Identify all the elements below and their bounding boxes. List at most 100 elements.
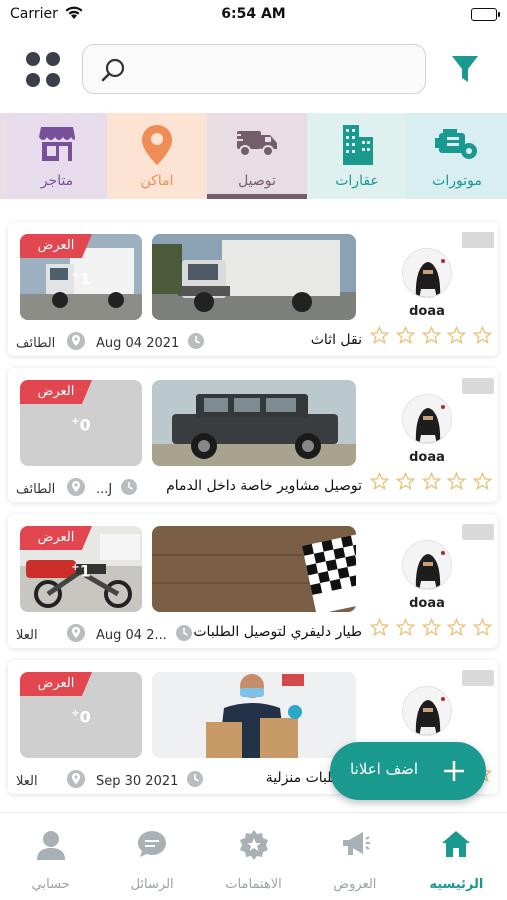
star-icon[interactable] bbox=[472, 471, 493, 495]
star-icon[interactable] bbox=[395, 325, 416, 349]
listing-date: Sep 30 2021 bbox=[96, 773, 179, 789]
listing-meta: العلا Sep 30 2021 bbox=[16, 770, 204, 792]
listing-title[interactable]: طيار دليفري لتوصيل الطلبات bbox=[193, 624, 362, 640]
grid-dot-icon bbox=[26, 52, 40, 66]
category-label: اماكن bbox=[140, 173, 174, 189]
grid-dot-icon bbox=[46, 73, 60, 87]
listing-gallery-thumb[interactable]: العرض +0 bbox=[20, 380, 142, 466]
menu-grid-button[interactable] bbox=[26, 52, 62, 88]
listing-date: Aug 04 2... bbox=[96, 627, 167, 643]
category-tab[interactable]: متاجر bbox=[7, 113, 107, 199]
star-icon[interactable] bbox=[395, 617, 416, 641]
listing-card[interactable]: العرض +0 doaa توصيل مشاوير خاصة داخل الد… bbox=[8, 368, 498, 502]
tab-label: حسابي bbox=[31, 877, 70, 892]
user-name[interactable]: doaa bbox=[388, 450, 466, 465]
listing-meta: الطائف Aug 04 2021 bbox=[16, 332, 205, 354]
listings-list: العرض +1 doaa نقل اثاث الطائف Aug 04 202… bbox=[8, 222, 498, 806]
location-pin-icon bbox=[107, 123, 207, 167]
rating-stars bbox=[369, 617, 493, 641]
star-icon[interactable] bbox=[472, 325, 493, 349]
star-badge-icon bbox=[203, 829, 304, 861]
listing-flag bbox=[462, 378, 494, 394]
category-tab[interactable]: توصيل bbox=[207, 113, 307, 199]
star-icon[interactable] bbox=[472, 617, 493, 641]
listing-flag bbox=[462, 232, 494, 248]
category-bar: متاجر اماكن توصيل عقارات موتورات bbox=[0, 113, 507, 199]
home-icon bbox=[406, 829, 507, 859]
clock-icon bbox=[120, 478, 138, 500]
listing-title[interactable]: توصيل مشاوير خاصة داخل الدمام bbox=[166, 478, 362, 494]
star-icon[interactable] bbox=[446, 617, 467, 641]
clock-icon bbox=[175, 624, 193, 646]
listing-city: العلا bbox=[16, 627, 38, 643]
tab-item[interactable]: الرئيسيه bbox=[406, 813, 507, 900]
chat-icon bbox=[101, 829, 202, 859]
clock-icon bbox=[187, 332, 205, 354]
star-icon[interactable] bbox=[421, 471, 441, 495]
tab-item[interactable]: الاهتمامات bbox=[203, 813, 304, 900]
avatar[interactable] bbox=[402, 248, 452, 298]
listing-image[interactable] bbox=[152, 672, 356, 758]
buildings-icon bbox=[307, 123, 407, 167]
star-icon[interactable] bbox=[369, 471, 390, 495]
offer-tag: العرض bbox=[20, 380, 92, 404]
search-header bbox=[0, 40, 507, 98]
listing-city: الطائف bbox=[16, 481, 56, 497]
tab-item[interactable]: حسابي bbox=[0, 813, 101, 900]
tab-label: العروض bbox=[333, 877, 377, 892]
listing-city: العلا bbox=[16, 773, 38, 789]
star-icon[interactable] bbox=[369, 617, 390, 641]
listing-gallery-thumb[interactable]: العرض +0 bbox=[20, 672, 142, 758]
listing-title[interactable]: نقل اثاث bbox=[311, 332, 362, 348]
user-name[interactable]: doaa bbox=[388, 596, 466, 611]
star-icon[interactable] bbox=[369, 325, 390, 349]
listing-image[interactable] bbox=[152, 234, 356, 320]
image-count: +1 bbox=[71, 269, 91, 289]
search-input[interactable] bbox=[139, 55, 409, 83]
star-icon[interactable] bbox=[446, 325, 467, 349]
star-icon[interactable] bbox=[446, 471, 467, 495]
category-label: توصيل bbox=[238, 173, 276, 189]
listing-gallery-thumb[interactable]: العرض +1 bbox=[20, 526, 142, 612]
category-tab[interactable]: اماكن bbox=[107, 113, 207, 199]
location-pin-icon bbox=[66, 477, 86, 501]
search-icon bbox=[101, 57, 127, 87]
user-name[interactable]: doaa bbox=[388, 304, 466, 319]
listing-meta: الطائف ...J bbox=[16, 478, 138, 500]
star-icon[interactable] bbox=[395, 471, 416, 495]
avatar[interactable] bbox=[402, 686, 452, 736]
listing-card[interactable]: العرض +1 doaa نقل اثاث الطائف Aug 04 202… bbox=[8, 222, 498, 356]
grid-dot-icon bbox=[26, 73, 40, 87]
clock-icon bbox=[186, 770, 204, 792]
add-ad-label: اضف اعلانا bbox=[350, 760, 419, 778]
megaphone-icon bbox=[304, 829, 405, 859]
listing-flag bbox=[462, 524, 494, 540]
listing-image[interactable] bbox=[152, 380, 356, 466]
tab-label: الرئيسيه bbox=[429, 877, 484, 892]
star-icon[interactable] bbox=[421, 325, 441, 349]
search-box[interactable] bbox=[82, 44, 426, 94]
listing-image[interactable] bbox=[152, 526, 356, 612]
listing-city: الطائف bbox=[16, 335, 56, 351]
category-label: متاجر bbox=[40, 173, 74, 189]
status-bar: Carrier 6:54 AM bbox=[0, 0, 507, 30]
filter-button[interactable] bbox=[451, 54, 479, 88]
tab-item[interactable]: العروض bbox=[304, 813, 405, 900]
store-icon bbox=[7, 123, 107, 167]
offer-tag: العرض bbox=[20, 526, 92, 550]
location-pin-icon bbox=[66, 623, 86, 647]
avatar[interactable] bbox=[402, 540, 452, 590]
add-ad-button[interactable]: اضف اعلانا bbox=[330, 742, 486, 800]
star-icon[interactable] bbox=[421, 617, 441, 641]
listing-meta: العلا Aug 04 2... bbox=[16, 624, 193, 646]
plus-icon bbox=[440, 754, 468, 792]
category-tab[interactable]: عقارات bbox=[307, 113, 407, 199]
tab-item[interactable]: الرسائل bbox=[101, 813, 202, 900]
location-pin-icon bbox=[66, 769, 86, 793]
category-tab[interactable]: موتورات bbox=[407, 113, 507, 199]
image-count: +1 bbox=[71, 561, 91, 581]
listing-gallery-thumb[interactable]: العرض +1 bbox=[20, 234, 142, 320]
avatar[interactable] bbox=[402, 394, 452, 444]
category-overflow-edge bbox=[0, 113, 7, 199]
listing-card[interactable]: العرض +1 doaa طيار دليفري لتوصيل الطلبات… bbox=[8, 514, 498, 648]
